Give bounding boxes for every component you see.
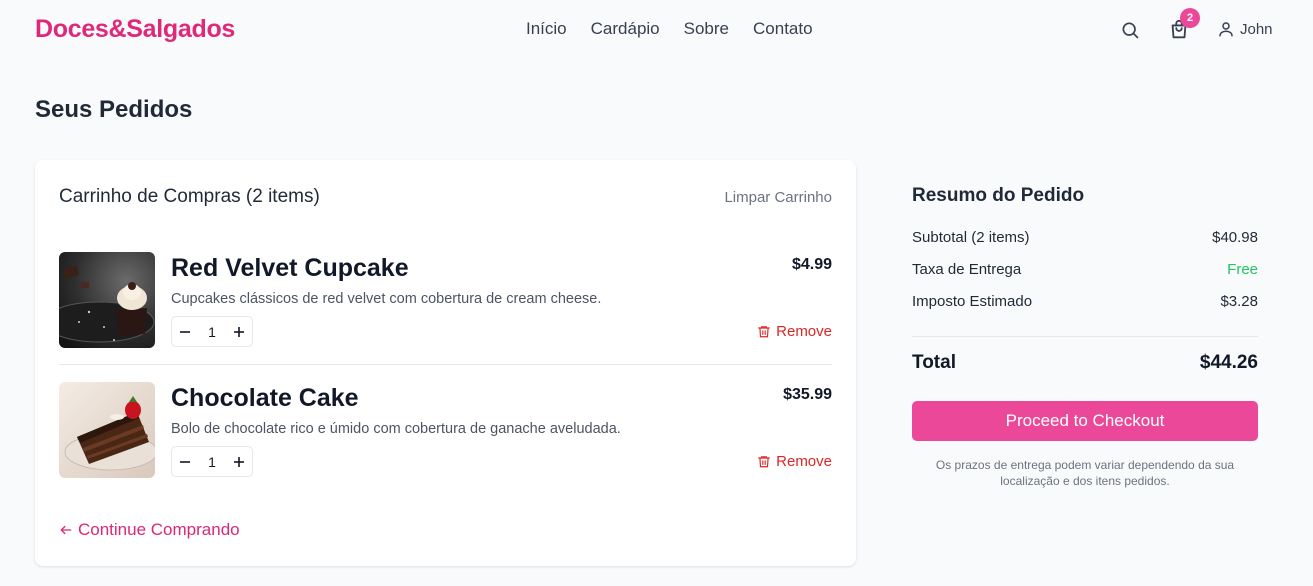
continue-shopping-link[interactable]: Continue Comprando [59,520,240,540]
total-value: $44.26 [1199,352,1258,373]
summary-row-delivery: Taxa de Entrega Free [912,261,1258,278]
cart-item: Red Velvet Cupcake Cupcakes clássicos de… [59,252,832,348]
total-label: Total [912,352,956,373]
remove-label: Remove [776,323,832,340]
item-description: Cupcakes clássicos de red velvet com cob… [171,291,602,307]
nav-link-sobre[interactable]: Sobre [684,19,729,39]
search-button[interactable] [1120,20,1140,40]
summary-value: $40.98 [1212,229,1258,246]
remove-item-button[interactable]: Remove [757,323,832,340]
continue-shopping-label: Continue Comprando [78,520,240,539]
summary-label: Subtotal (2 items) [912,229,1030,246]
summary-value: Free [1227,261,1258,278]
page-title: Seus Pedidos [35,96,193,123]
quantity-stepper: 1 [171,316,253,347]
quantity-value[interactable]: 1 [198,324,226,340]
nav-link-inicio[interactable]: Início [526,19,567,39]
summary-label: Taxa de Entrega [912,261,1022,278]
remove-label: Remove [776,453,832,470]
checkout-button[interactable]: Proceed to Checkout [912,401,1258,441]
summary-label: Imposto Estimado [912,293,1033,310]
minus-icon [180,460,190,463]
order-summary: Resumo do Pedido Subtotal (2 items) $40.… [912,185,1258,488]
trash-icon [758,456,770,468]
plus-icon [234,326,244,337]
cart-count-badge: 2 [1180,8,1200,28]
site-header: Doces&Salgados Início Cardápio Sobre Con… [0,0,1313,60]
nav-link-cardapio[interactable]: Cardápio [591,19,660,39]
site-logo[interactable]: Doces&Salgados [35,15,235,44]
user-icon [1219,22,1233,37]
clear-cart-button[interactable]: Limpar Carrinho [724,189,832,206]
user-name: John [1240,20,1273,38]
cupcake-photo [59,252,155,348]
increase-quantity-button[interactable] [226,447,252,476]
cart-button[interactable]: 2 [1168,8,1200,41]
remove-item-button[interactable]: Remove [757,453,832,470]
item-name: Chocolate Cake [171,384,359,412]
decrease-quantity-button[interactable] [172,317,198,346]
search-icon [1122,22,1139,39]
summary-row-subtotal: Subtotal (2 items) $40.98 [912,229,1258,246]
item-divider [59,364,832,365]
trash-icon [758,326,770,338]
quantity-stepper: 1 [171,446,253,477]
item-description: Bolo de chocolate rico e úmido com cober… [171,421,621,437]
minus-icon [180,330,190,333]
summary-value: $3.28 [1220,293,1258,310]
quantity-value[interactable]: 1 [198,454,226,470]
chocolate-cake-photo [59,382,155,478]
cart-title: Carrinho de Compras (2 items) [59,186,320,207]
arrow-left-icon [60,525,72,535]
main-nav: Início Cardápio Sobre Contato [526,19,813,39]
delivery-note: Os prazos de entrega podem variar depend… [935,458,1235,488]
user-menu-button[interactable]: John [1217,20,1273,38]
item-name: Red Velvet Cupcake [171,254,409,282]
item-price: $35.99 [783,386,832,403]
cart-card: Carrinho de Compras (2 items) Limpar Car… [35,160,856,566]
item-price: $4.99 [791,256,832,273]
cart-item: Chocolate Cake Bolo de chocolate rico e … [59,382,832,478]
plus-icon [234,456,244,467]
summary-row-tax: Imposto Estimado $3.28 [912,293,1258,310]
summary-title: Resumo do Pedido [912,185,1085,206]
summary-total: Total $44.26 [912,352,1258,374]
decrease-quantity-button[interactable] [172,447,198,476]
nav-link-contato[interactable]: Contato [753,19,813,39]
increase-quantity-button[interactable] [226,317,252,346]
summary-divider [912,336,1258,337]
